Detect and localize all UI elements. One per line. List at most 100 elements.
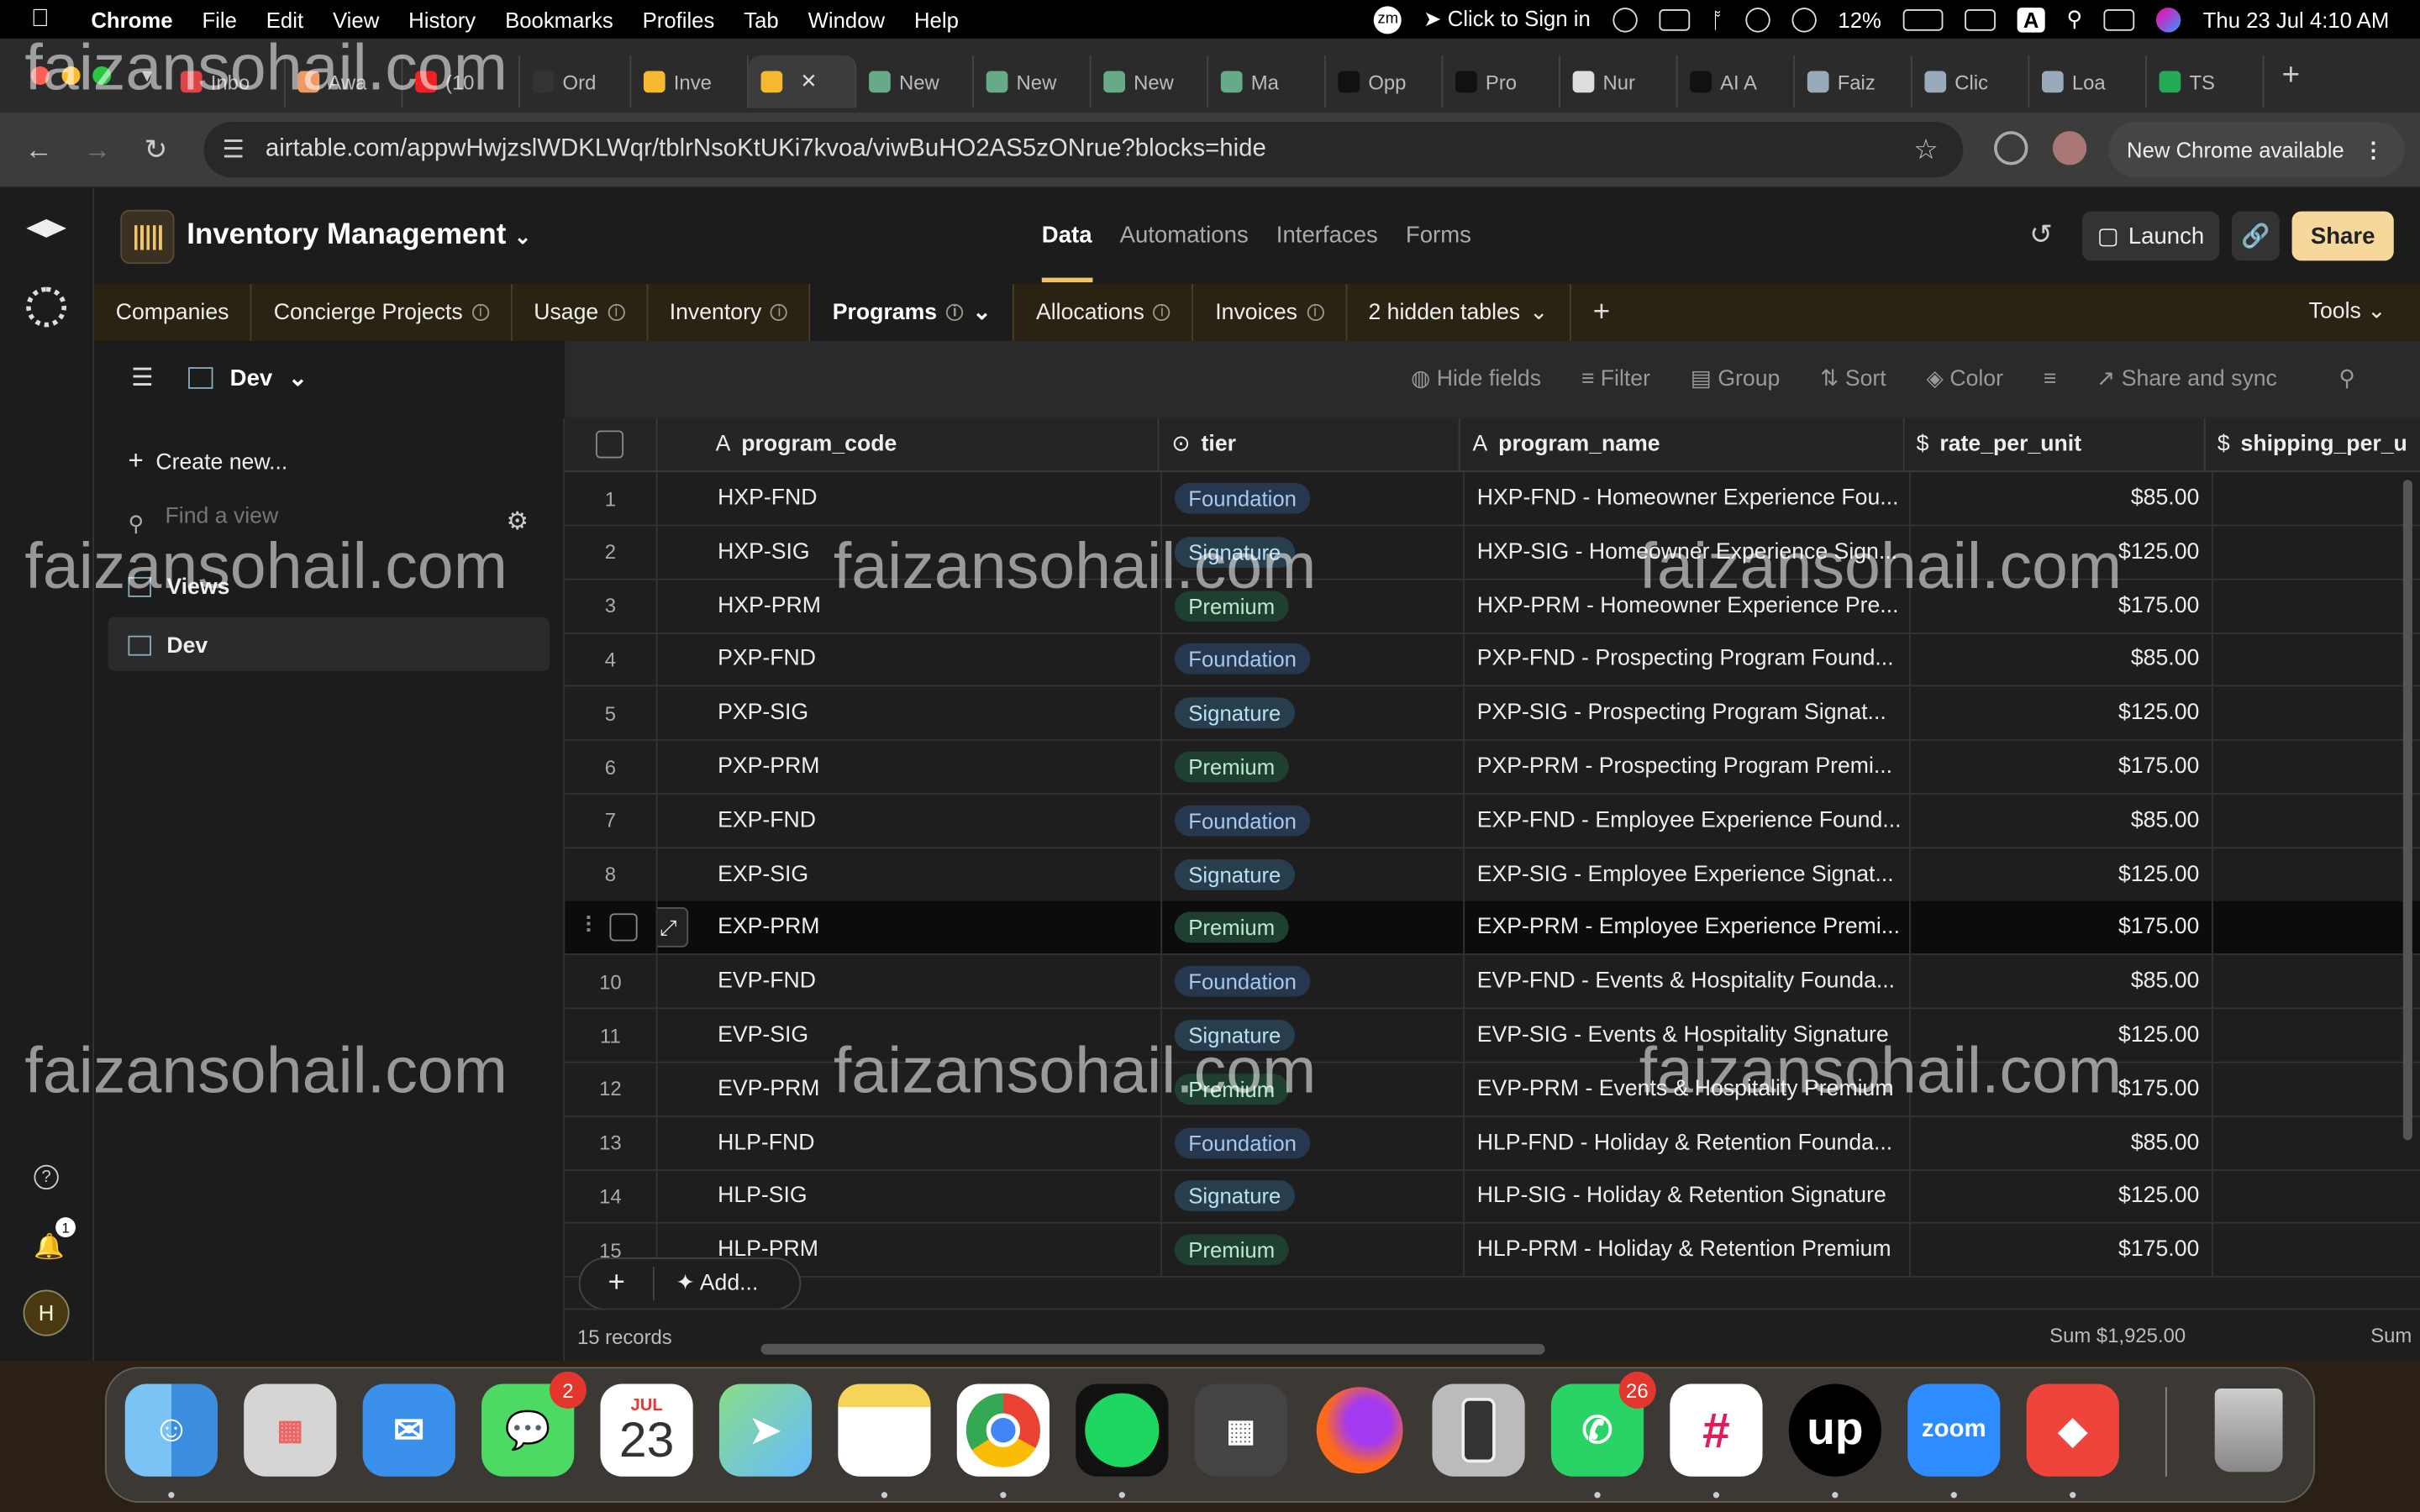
- program-name-cell[interactable]: EVP-PRM - Events & Hospitality Premium: [1465, 1063, 1911, 1116]
- program-code-cell[interactable]: PXP-FND: [657, 633, 1163, 686]
- messages-icon[interactable]: 💬 2: [481, 1371, 587, 1477]
- reload-icon[interactable]: ↻: [136, 134, 176, 166]
- program-code-cell[interactable]: EVP-FND: [657, 955, 1163, 1008]
- table-row[interactable]: 10 EVP-FND Foundation EVP-FND - Events & Ho…: [565, 955, 2420, 1010]
- table-row[interactable]: 1 HXP-FND Foundation HXP-FND - Homeowner Ex…: [565, 472, 2420, 527]
- program-code-cell[interactable]: HXP-FND: [657, 472, 1163, 525]
- table-tab[interactable]: Allocations i: [1014, 283, 1194, 341]
- row-number-cell[interactable]: 3: [565, 579, 658, 633]
- program-name-cell[interactable]: HLP-FND - Holiday & Retention Founda...: [1465, 1116, 1911, 1169]
- play-icon[interactable]: [1791, 7, 1817, 32]
- row-number-cell[interactable]: 5: [565, 686, 658, 740]
- program-code-cell[interactable]: EXP-SIG: [657, 848, 1163, 900]
- bluetooth-icon[interactable]: ᚩ: [1711, 7, 1723, 31]
- mail-icon[interactable]: ✉: [362, 1383, 455, 1477]
- rate-cell[interactable]: $175.00: [1911, 579, 2213, 633]
- extension-icon[interactable]: [1994, 131, 2028, 165]
- shipping-cell[interactable]: [2213, 633, 2420, 685]
- row-number-cell[interactable]: 1: [565, 472, 658, 525]
- column-shipping-per-unit[interactable]: $ shipping_per_u: [2205, 418, 2420, 470]
- table-row[interactable]: 2 HXP-SIG Signature HXP-SIG - Homeowner Exp…: [565, 525, 2420, 580]
- shipping-cell[interactable]: [2213, 795, 2420, 847]
- airtable-logo-icon[interactable]: [26, 218, 66, 238]
- browser-tab[interactable]: Pro: [1442, 55, 1560, 108]
- upwork-status-icon[interactable]: [1612, 7, 1637, 32]
- table-row[interactable]: 15 HLP-PRM Premium HLP-PRM - Holiday & Rete…: [565, 1223, 2420, 1278]
- program-name-cell[interactable]: HXP-SIG - Homeowner Experience Sign...: [1465, 525, 1911, 579]
- zoom-status-icon[interactable]: zm: [1374, 5, 1402, 34]
- add-table-icon[interactable]: +: [1593, 296, 1610, 329]
- program-code-cell[interactable]: HLP-FND: [657, 1116, 1163, 1169]
- rate-cell[interactable]: $175.00: [1911, 1063, 2213, 1116]
- view-name[interactable]: Dev ⌄: [230, 364, 308, 391]
- control-center-icon[interactable]: [2104, 8, 2135, 30]
- tier-cell[interactable]: Premium: [1162, 1223, 1465, 1277]
- menu-bookmarks[interactable]: Bookmarks: [505, 7, 613, 31]
- copy-link-button[interactable]: 🔗: [2231, 211, 2280, 261]
- tier-cell[interactable]: Premium: [1162, 579, 1465, 633]
- zoom-icon[interactable]: zoom: [1907, 1383, 2001, 1477]
- finder-icon[interactable]: ☺: [124, 1383, 218, 1477]
- program-name-cell[interactable]: EXP-FND - Employee Experience Found...: [1465, 794, 1911, 847]
- tier-cell[interactable]: Foundation: [1162, 955, 1465, 1008]
- calendar-icon[interactable]: JUL 23: [600, 1383, 693, 1477]
- program-code-cell[interactable]: HXP-SIG: [657, 525, 1163, 579]
- tools-menu[interactable]: Tools ⌄: [2309, 299, 2386, 323]
- table-row[interactable]: ⠇ ⤢ EXP-PRM Premium EXP-PRM - Employee Exper…: [565, 901, 2420, 956]
- program-name-cell[interactable]: EXP-PRM - Employee Experience Premi...: [1465, 901, 1911, 954]
- browser-tab[interactable]: Ma: [1207, 55, 1325, 108]
- add-record-plus-icon[interactable]: +: [581, 1266, 655, 1301]
- tab-search-icon[interactable]: ▾: [142, 63, 152, 87]
- link-icon[interactable]: [1965, 8, 1996, 30]
- menu-history[interactable]: History: [408, 7, 476, 31]
- vertical-scrollbar[interactable]: [2402, 480, 2412, 1141]
- nav-data[interactable]: Data: [1041, 222, 1092, 283]
- sign-in-status[interactable]: ➤ Click to Sign in: [1423, 6, 1591, 32]
- menu-window[interactable]: Window: [808, 7, 885, 31]
- input-source-icon[interactable]: A: [2017, 7, 2045, 32]
- rate-cell[interactable]: $175.00: [1911, 901, 2213, 954]
- shipping-cell[interactable]: [2213, 1224, 2420, 1276]
- table-tab[interactable]: Usage i: [513, 283, 648, 341]
- rate-cell[interactable]: $175.00: [1911, 740, 2213, 794]
- tier-cell[interactable]: Foundation: [1162, 794, 1465, 847]
- program-code-cell[interactable]: EVP-SIG: [657, 1009, 1163, 1062]
- tier-cell[interactable]: Foundation: [1162, 1116, 1465, 1169]
- tier-cell[interactable]: Premium: [1162, 1063, 1465, 1116]
- table-tab[interactable]: Programs i ⌄: [811, 283, 1015, 341]
- iphone-mirroring-icon[interactable]: [1432, 1383, 1525, 1477]
- row-number-cell[interactable]: 13: [565, 1116, 658, 1169]
- rate-cell[interactable]: $125.00: [1911, 686, 2213, 740]
- hide-fields-button[interactable]: ◍ Hide fields: [1411, 367, 1541, 391]
- accessibility-icon[interactable]: [1745, 7, 1770, 32]
- share-button[interactable]: Share: [2291, 211, 2394, 261]
- clock[interactable]: Thu 23 Jul 4:10 AM: [2203, 7, 2390, 31]
- program-name-cell[interactable]: HLP-SIG - Holiday & Retention Signature: [1465, 1169, 1911, 1223]
- new-tab-icon[interactable]: +: [2282, 58, 2300, 93]
- rate-cell[interactable]: $85.00: [1911, 1116, 2213, 1169]
- calculator-icon[interactable]: ▦: [1194, 1383, 1287, 1477]
- shipping-cell[interactable]: [2213, 526, 2420, 578]
- notes-icon[interactable]: [838, 1383, 931, 1477]
- table-tab[interactable]: Companies: [94, 283, 253, 341]
- browser-tab[interactable]: Clic: [1912, 55, 2029, 108]
- program-name-cell[interactable]: PXP-SIG - Prospecting Program Signat...: [1465, 686, 1911, 740]
- column-program-code[interactable]: Aprogram_code: [657, 417, 1160, 471]
- trash-icon[interactable]: [2202, 1384, 2295, 1477]
- shipping-cell[interactable]: [2213, 1009, 2420, 1061]
- account-avatar[interactable]: H: [23, 1289, 70, 1336]
- column-tier[interactable]: ⊙ tier: [1160, 417, 1460, 471]
- program-code-cell[interactable]: EXP-FND: [657, 794, 1163, 847]
- filter-button[interactable]: ≡ Filter: [1581, 367, 1650, 391]
- shipping-cell[interactable]: [2213, 848, 2420, 900]
- display-icon[interactable]: [1658, 8, 1690, 30]
- rate-cell[interactable]: $125.00: [1911, 525, 2213, 579]
- row-number-cell[interactable]: 2: [565, 525, 658, 579]
- rate-cell[interactable]: $125.00: [1911, 848, 2213, 900]
- program-name-cell[interactable]: HXP-FND - Homeowner Experience Fou...: [1465, 472, 1911, 525]
- nav-interfaces[interactable]: Interfaces: [1276, 222, 1378, 248]
- tier-cell[interactable]: Foundation: [1162, 472, 1465, 525]
- forward-icon[interactable]: →: [77, 134, 118, 166]
- program-name-cell[interactable]: PXP-FND - Prospecting Program Found...: [1465, 633, 1911, 686]
- shipping-cell[interactable]: [2213, 580, 2420, 632]
